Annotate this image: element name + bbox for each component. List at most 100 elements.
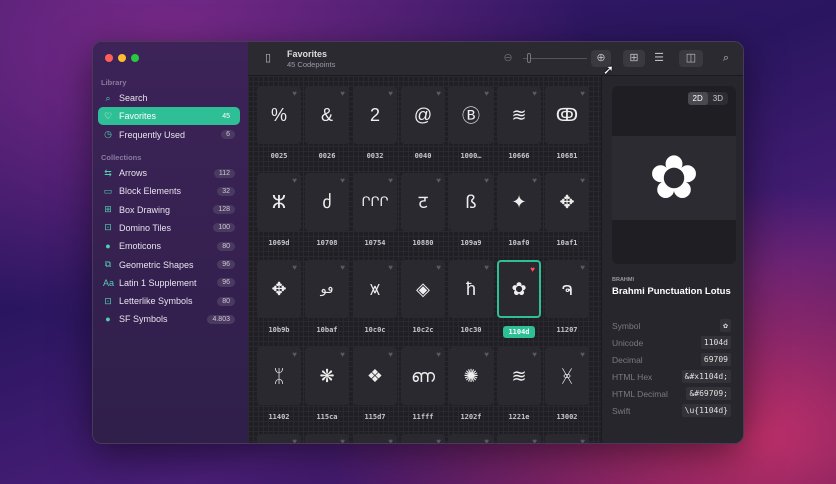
glyph-tile[interactable]: ♥% (257, 86, 301, 144)
zoom-slider-thumb[interactable] (527, 53, 531, 63)
sidebar-item-latin-1-supplement[interactable]: Aa Latin 1 Supplement 96 (98, 274, 240, 292)
glyph-tile[interactable]: ♥ (257, 434, 301, 443)
heart-icon[interactable]: ♥ (532, 89, 537, 98)
heart-icon[interactable]: ♥ (340, 350, 345, 359)
mode-2d-button[interactable]: 2D (687, 92, 708, 105)
grid-view-icon[interactable]: ⊞ (623, 50, 645, 67)
list-view-icon[interactable]: ☰ (649, 50, 669, 67)
sidebar-item-frequently-used[interactable]: ◷ Frequently Used 6 (98, 126, 240, 144)
heart-icon[interactable]: ♥ (532, 350, 537, 359)
minimize-button[interactable] (118, 54, 126, 62)
heart-icon[interactable]: ♥ (530, 265, 535, 274)
heart-icon[interactable]: ♥ (436, 263, 441, 272)
heart-icon[interactable]: ♥ (580, 350, 585, 359)
glyph-tile[interactable]: ♥ ◈ (401, 260, 445, 318)
heart-icon[interactable]: ♥ (532, 437, 537, 443)
glyph-tile[interactable]: ♥ ᚸ (545, 347, 589, 405)
heart-icon[interactable]: ♥ (340, 437, 345, 443)
zoom-out-icon[interactable]: ⊖ (502, 50, 514, 67)
glyph-tile[interactable]: ♥ ണ (401, 347, 445, 405)
heart-icon[interactable]: ♥ (292, 176, 297, 185)
heart-icon[interactable]: ♥ (484, 437, 489, 443)
inspector-toggle-icon[interactable]: ◫ (679, 50, 703, 67)
heart-icon[interactable]: ♥ (532, 176, 537, 185)
glyph-tile[interactable]: ♥ & (305, 86, 349, 144)
heart-icon[interactable]: ♥ (436, 176, 441, 185)
glyph-tile[interactable]: ♥ 2 (353, 86, 397, 144)
glyph-tile[interactable]: ♥ ⩙ (353, 260, 397, 318)
glyph-tile[interactable]: ♥ ⵣ (257, 173, 301, 231)
glyph-tile[interactable]: ♥ (401, 434, 445, 443)
glyph-tile[interactable]: ♥ Ⓑ (449, 86, 493, 144)
sidebar-toggle-icon[interactable]: ▯ (260, 50, 276, 67)
heart-icon[interactable]: ♥ (484, 176, 489, 185)
glyph-tile[interactable]: ♥ (497, 434, 541, 443)
zoom-slider[interactable] (523, 53, 587, 63)
heart-icon[interactable]: ♥ (292, 350, 297, 359)
heart-icon[interactable]: ♥ (580, 437, 585, 443)
heart-icon[interactable]: ♥ (580, 89, 585, 98)
heart-icon[interactable]: ♥ (484, 350, 489, 359)
glyph-tile[interactable]: ♥ ≋ (497, 86, 541, 144)
glyph-tile[interactable]: ♥ ħ (449, 260, 493, 318)
sidebar-item-domino-tiles[interactable]: ⊡ Domino Tiles 100 (98, 219, 240, 237)
heart-icon[interactable]: ♥ (292, 263, 297, 272)
glyph-tile[interactable]: ♥ ≋ (497, 347, 541, 405)
glyph-tile[interactable]: ♥ (353, 434, 397, 443)
sidebar-item-letterlike-symbols[interactable]: ⊡ Letterlike Symbols 80 (98, 292, 240, 310)
glyph-tile[interactable]: ♥ ↂ (545, 86, 589, 144)
property-value[interactable]: &#x1104d; (681, 370, 731, 383)
heart-icon[interactable]: ♥ (484, 89, 489, 98)
glyph-tile[interactable]: ♥ ट (401, 173, 445, 231)
glyph-tile[interactable]: ♥ ✿ (497, 260, 541, 318)
heart-icon[interactable]: ♥ (484, 263, 489, 272)
heart-icon[interactable]: ♥ (292, 437, 297, 443)
heart-icon[interactable]: ♥ (340, 176, 345, 185)
sidebar-item-emoticons[interactable]: ● Emoticons 80 (98, 237, 240, 255)
sidebar-item-search[interactable]: ⌕ Search (98, 89, 240, 107)
heart-icon[interactable]: ♥ (292, 89, 297, 98)
heart-icon[interactable]: ♥ (436, 350, 441, 359)
heart-icon[interactable]: ♥ (436, 437, 441, 443)
heart-icon[interactable]: ♥ (388, 89, 393, 98)
heart-icon[interactable]: ♥ (340, 89, 345, 98)
sidebar-item-sf-symbols[interactable]: ● SF Symbols 4.803 (98, 310, 240, 328)
property-value[interactable]: 1104d (700, 336, 731, 349)
property-value[interactable]: 69709 (700, 353, 731, 366)
sidebar-item-arrows[interactable]: ⇆ Arrows 112 (98, 164, 240, 182)
sidebar-item-block-elements[interactable]: ▭ Block Elements 32 (98, 182, 240, 200)
glyph-tile[interactable]: ♥ (449, 434, 493, 443)
glyph-tile[interactable]: ♥ ß (449, 173, 493, 231)
glyph-tile[interactable]: ♥ @ (401, 86, 445, 144)
glyph-tile[interactable]: ♥ ՐՐՐ (353, 173, 397, 231)
glyph-tile[interactable]: ♥ ❖ (353, 347, 397, 405)
glyph-tile[interactable]: ♥ ຈ (545, 260, 589, 318)
glyph-tile[interactable]: ♥ ✺ (449, 347, 493, 405)
heart-icon[interactable]: ♥ (580, 176, 585, 185)
heart-icon[interactable]: ♥ (388, 350, 393, 359)
glyph-tile[interactable]: ♥ (545, 434, 589, 443)
heart-icon[interactable]: ♥ (388, 263, 393, 272)
zoom-button[interactable] (131, 54, 139, 62)
sidebar-item-favorites[interactable]: ♡ Favorites 45 (98, 107, 240, 126)
glyph-tile[interactable]: ♥ ძ (305, 173, 349, 231)
heart-icon[interactable]: ♥ (340, 263, 345, 272)
glyph-tile[interactable]: ♥ ✥ (257, 260, 301, 318)
mode-3d-button[interactable]: 3D (708, 92, 728, 105)
glyph-tile[interactable]: ♥ ❋ (305, 347, 349, 405)
heart-icon[interactable]: ♥ (388, 176, 393, 185)
property-value[interactable]: \u{1104d} (681, 404, 731, 417)
search-icon[interactable]: ⌕ (718, 50, 734, 67)
property-value[interactable]: ✿ (720, 319, 731, 332)
glyph-tile[interactable]: ♥ (305, 434, 349, 443)
glyph-tile[interactable]: ♥ ڡو (305, 260, 349, 318)
glyph-tile[interactable]: ♥ ✦ (497, 173, 541, 231)
close-button[interactable] (105, 54, 113, 62)
heart-icon[interactable]: ♥ (436, 89, 441, 98)
sidebar-item-box-drawing[interactable]: ⊞ Box Drawing 128 (98, 201, 240, 219)
heart-icon[interactable]: ♥ (388, 437, 393, 443)
sidebar-item-geometric-shapes[interactable]: ⧉ Geometric Shapes 96 (98, 256, 240, 274)
glyph-tile[interactable]: ♥ ᛯ (257, 347, 301, 405)
heart-icon[interactable]: ♥ (580, 263, 585, 272)
property-value[interactable]: &#69709; (686, 387, 731, 400)
